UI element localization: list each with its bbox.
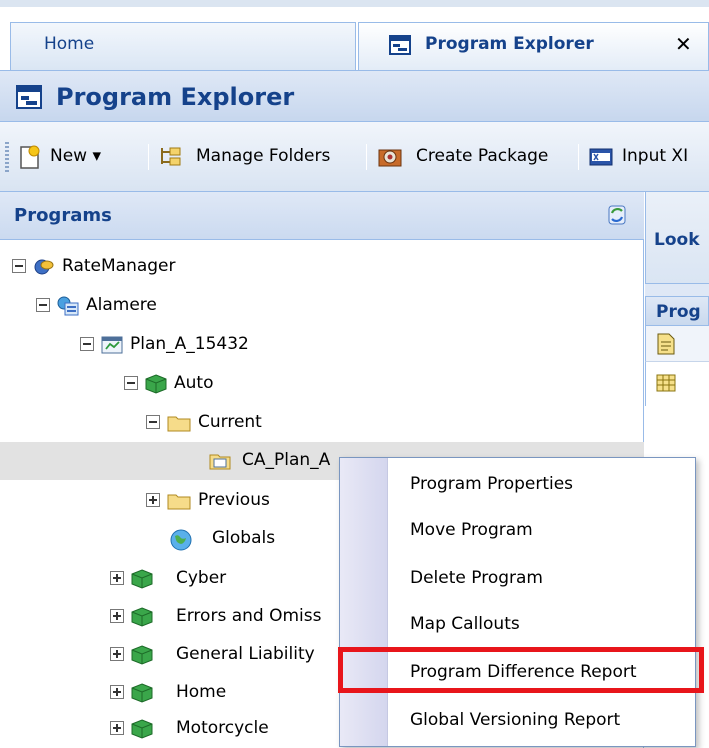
tree-node-label: Current [198,412,262,432]
menu-item-global-versioning-report[interactable]: Global Versioning Report [388,700,696,740]
xml-icon [588,144,614,172]
collapse-icon[interactable] [36,298,50,312]
tab-program-explorer[interactable]: Program Explorer ✕ [358,22,709,70]
lookup-header: Look [645,192,709,284]
create-package-button[interactable]: Create Package [376,142,566,172]
plan-icon [100,334,124,361]
folder-icon [166,412,192,439]
toolbar: New ▾ Manage Folders Create Package Inpu… [0,122,709,192]
tree-node-label: Errors and Omiss [176,606,322,626]
menu-item-label: Global Versioning Report [410,710,621,730]
tree-node-label: Globals [212,528,276,548]
cube-icon [144,373,168,400]
tab-strip: Home Program Explorer ✕ [0,0,709,70]
tree-node-current[interactable]: Current [0,404,644,442]
tab-home[interactable]: Home [10,22,356,70]
expand-icon[interactable] [110,721,124,735]
toolbar-separator [148,144,149,170]
cube-icon [130,682,154,709]
panel-gap [645,284,709,296]
menu-item-move-program[interactable]: Move Program [388,510,696,550]
input-xml-label: Input XI [622,146,689,166]
folder-icon [166,490,192,517]
tree-node-label: Alamere [86,295,157,315]
tree-node-label: Auto [174,373,214,393]
menu-item-label: Map Callouts [410,614,520,634]
tree-node-label: General Liability [176,644,315,664]
context-menu: Program Properties Move Program Delete P… [339,457,696,747]
expand-icon[interactable] [110,647,124,661]
manage-folders-button[interactable]: Manage Folders [158,142,358,172]
tab-home-label: Home [44,34,95,54]
expand-icon[interactable] [110,609,124,623]
grid-row[interactable] [645,362,709,406]
close-icon[interactable]: ✕ [675,32,692,56]
tree-node-plan[interactable]: Plan_A_15432 [0,326,644,364]
manage-folders-label: Manage Folders [196,146,331,166]
cube-icon [130,644,154,671]
toolbar-separator [578,144,579,170]
tree-node-ratemanager[interactable]: RateManager [0,248,644,286]
menu-item-label: Program Properties [410,474,574,494]
window-icon [16,85,42,113]
refresh-icon[interactable] [606,203,628,231]
context-menu-gutter [340,458,388,746]
new-button-label: New ▾ [50,146,102,166]
grid-toolbar [645,326,709,362]
collapse-icon[interactable] [12,259,26,273]
company-icon [56,295,80,322]
table-icon [656,374,676,396]
folder-tree-icon [158,144,184,175]
tree-node-label: RateManager [62,256,176,276]
window-icon [389,35,411,59]
program-icon [208,450,232,477]
document-icon[interactable] [656,332,676,360]
globe-icon [168,528,194,557]
cube-icon [130,606,154,633]
tree-node-label: Home [176,682,227,702]
programs-grid-header: Prog [645,296,709,326]
menu-item-label: Delete Program [410,568,543,588]
package-icon [376,144,404,175]
tab-program-explorer-label: Program Explorer [425,34,594,54]
lookup-label: Look [654,230,700,250]
collapse-icon[interactable] [124,376,138,390]
top-border [0,0,709,7]
expand-icon[interactable] [110,685,124,699]
tree-node-label: Previous [198,490,270,510]
menu-item-delete-program[interactable]: Delete Program [388,558,696,598]
tree-node-label: Cyber [176,568,227,588]
highlight-box [338,647,704,693]
tree-node-label: CA_Plan_A​ [242,450,331,470]
toolbar-separator [366,144,367,170]
expand-icon[interactable] [146,493,160,507]
toolbar-grip [5,142,9,172]
menu-item-label: Move Program [410,520,533,540]
programs-header: Programs [0,192,644,240]
input-xml-button[interactable]: Input XI [588,142,709,172]
page-title: Program Explorer [56,83,295,111]
tree-node-auto[interactable]: Auto [0,365,644,403]
new-button[interactable]: New ▾ [16,142,144,172]
tree-node-alamere[interactable]: Alamere [0,287,644,325]
ratemanager-icon [32,256,56,283]
cube-icon [130,568,154,595]
tree-node-label: Plan_A_15432 [130,334,249,354]
menu-item-map-callouts[interactable]: Map Callouts [388,604,696,644]
programs-grid-label: Prog [656,302,701,322]
programs-title: Programs [14,205,112,226]
panel-header: Program Explorer [0,70,709,122]
collapse-icon[interactable] [146,415,160,429]
cube-icon [130,718,154,745]
menu-item-program-properties[interactable]: Program Properties [388,464,696,504]
expand-icon[interactable] [110,571,124,585]
create-package-label: Create Package [416,146,549,166]
tree-node-label: Motorcycle [176,718,269,738]
new-document-icon [16,144,42,175]
collapse-icon[interactable] [80,337,94,351]
